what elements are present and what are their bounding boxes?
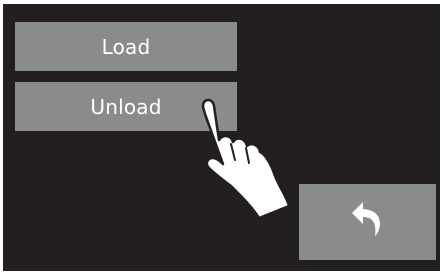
load-button[interactable]: Load [15, 22, 237, 71]
pointing-hand-icon [183, 88, 293, 223]
load-button-label: Load [101, 34, 151, 59]
back-arrow-icon [350, 200, 386, 244]
unload-button-label: Unload [90, 94, 162, 119]
back-button[interactable] [299, 184, 436, 260]
